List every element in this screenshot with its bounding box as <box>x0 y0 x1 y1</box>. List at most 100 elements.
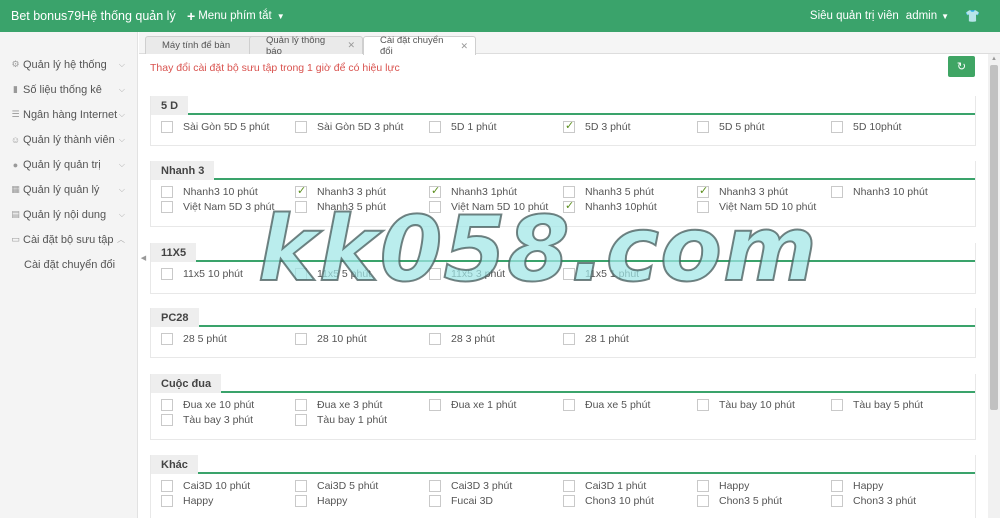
quick-menu-button[interactable]: + Menu phím tắt ▼ <box>187 9 285 23</box>
checkbox-option[interactable]: 5D 1 phút <box>429 120 563 133</box>
checkbox-option[interactable]: Nhanh3 10 phút <box>161 185 295 198</box>
checkbox[interactable] <box>161 398 173 411</box>
checkbox-option[interactable]: Đua xe 1 phút <box>429 398 563 411</box>
sidebar-item-statistics[interactable]: ▮ Số liệu thống kê ⌵ <box>0 77 137 102</box>
checkbox-option[interactable]: Chon3 5 phút <box>697 494 831 507</box>
checkbox[interactable] <box>831 494 843 507</box>
checkbox[interactable] <box>161 200 173 213</box>
checkbox-option[interactable]: Nhanh3 10phút <box>563 200 697 213</box>
user-menu[interactable]: admin ▼ <box>906 10 949 22</box>
checkbox[interactable] <box>563 479 575 492</box>
sidebar-item-admins[interactable]: ● Quản lý quản trị ⌵ <box>0 152 137 177</box>
checkbox-option[interactable]: Việt Nam 5D 10 phút <box>429 200 563 213</box>
checkbox-option[interactable]: Tàu bay 5 phút <box>831 398 965 411</box>
checkbox-option[interactable]: Happy <box>697 479 831 492</box>
checkbox[interactable] <box>429 200 441 213</box>
checkbox[interactable] <box>295 413 307 426</box>
checkbox-option[interactable]: Nhanh3 1phút <box>429 185 563 198</box>
checkbox[interactable] <box>429 332 441 345</box>
sidebar-item-system[interactable]: ⚙ Quản lý hệ thống ⌵ <box>0 52 137 77</box>
checkbox[interactable] <box>161 332 173 345</box>
checkbox[interactable] <box>697 494 709 507</box>
checkbox-option[interactable]: Happy <box>831 479 965 492</box>
checkbox-option[interactable]: Việt Nam 5D 10 phút <box>697 200 831 213</box>
sidebar-item-internet-banking[interactable]: ☰ Ngân hàng Internet ⌵ <box>0 102 137 127</box>
checkbox[interactable] <box>429 398 441 411</box>
checkbox[interactable] <box>295 479 307 492</box>
checkbox-option[interactable]: Tàu bay 3 phút <box>161 413 295 426</box>
checkbox[interactable] <box>563 332 575 345</box>
checkbox[interactable] <box>295 200 307 213</box>
checkbox-option[interactable]: Chon3 10 phút <box>563 494 697 507</box>
checkbox[interactable] <box>697 200 709 213</box>
checkbox-option[interactable]: Sài Gòn 5D 5 phút <box>161 120 295 133</box>
checkbox-option[interactable]: Nhanh3 3 phút <box>697 185 831 198</box>
tab-desktop[interactable]: Máy tính để bàn <box>145 36 255 54</box>
checkbox[interactable] <box>563 185 575 198</box>
checkbox-option[interactable]: Đua xe 3 phút <box>295 398 429 411</box>
refresh-button[interactable]: ↻ <box>948 56 975 77</box>
checkbox-option[interactable]: Cai3D 5 phút <box>295 479 429 492</box>
checkbox[interactable] <box>161 267 173 280</box>
checkbox-option[interactable]: 5D 10phút <box>831 120 965 133</box>
checkbox[interactable] <box>295 494 307 507</box>
checkbox-option[interactable]: Đua xe 10 phút <box>161 398 295 411</box>
checkbox-option[interactable]: Tàu bay 1 phút <box>295 413 429 426</box>
checkbox-option[interactable]: 28 10 phút <box>295 332 429 345</box>
sidebar-collapse-icon[interactable]: ◀ <box>139 250 148 268</box>
checkbox[interactable] <box>697 479 709 492</box>
checkbox[interactable] <box>831 479 843 492</box>
checkbox-option[interactable]: Cai3D 10 phút <box>161 479 295 492</box>
checkbox[interactable] <box>429 494 441 507</box>
tab-conversion-settings[interactable]: Cài đặt chuyển đổi ✕ <box>363 35 476 57</box>
sidebar-item-managers[interactable]: ▦ Quản lý quản lý ⌵ <box>0 177 137 202</box>
checkbox-option[interactable]: Nhanh3 5 phút <box>563 185 697 198</box>
checkbox[interactable] <box>295 398 307 411</box>
checkbox[interactable] <box>563 200 575 213</box>
checkbox-option[interactable]: 11x5 3 phút <box>429 267 563 280</box>
scrollbar-thumb[interactable] <box>990 65 998 410</box>
checkbox[interactable] <box>161 120 173 133</box>
checkbox[interactable] <box>831 120 843 133</box>
checkbox[interactable] <box>295 185 307 198</box>
checkbox-option[interactable]: Cai3D 3 phút <box>429 479 563 492</box>
scroll-up-icon[interactable]: ▲ <box>988 55 1000 64</box>
sidebar-item-collection-settings[interactable]: ▭ Cài đặt bộ sưu tập ︿ <box>0 227 137 252</box>
checkbox[interactable] <box>563 120 575 133</box>
checkbox-option[interactable]: Chon3 3 phút <box>831 494 965 507</box>
checkbox-option[interactable]: 5D 5 phút <box>697 120 831 133</box>
checkbox[interactable] <box>429 267 441 280</box>
checkbox[interactable] <box>161 494 173 507</box>
close-icon[interactable]: ✕ <box>347 40 355 51</box>
checkbox-option[interactable]: Việt Nam 5D 3 phút <box>161 200 295 213</box>
tab-notification-management[interactable]: Quản lý thông báo ✕ <box>249 35 363 57</box>
checkbox-option[interactable]: 28 1 phút <box>563 332 697 345</box>
checkbox-option[interactable]: 28 3 phút <box>429 332 563 345</box>
checkbox[interactable] <box>697 398 709 411</box>
checkbox-option[interactable]: 11x5 10 phút <box>161 267 295 280</box>
checkbox[interactable] <box>161 413 173 426</box>
checkbox-option[interactable]: Fucai 3D <box>429 494 563 507</box>
checkbox-option[interactable]: 28 5 phút <box>161 332 295 345</box>
checkbox-option[interactable]: Nhanh3 3 phút <box>295 185 429 198</box>
checkbox[interactable] <box>831 185 843 198</box>
checkbox[interactable] <box>831 398 843 411</box>
checkbox[interactable] <box>295 267 307 280</box>
checkbox[interactable] <box>429 479 441 492</box>
checkbox[interactable] <box>429 185 441 198</box>
checkbox[interactable] <box>563 494 575 507</box>
theme-shirt-icon[interactable]: 👕 <box>965 9 980 23</box>
checkbox[interactable] <box>295 120 307 133</box>
checkbox-option[interactable]: 11x5 5 phút <box>295 267 429 280</box>
checkbox-option[interactable]: Cai3D 1 phút <box>563 479 697 492</box>
checkbox-option[interactable]: Happy <box>161 494 295 507</box>
checkbox-option[interactable]: Happy <box>295 494 429 507</box>
checkbox-option[interactable]: Nhanh3 5 phút <box>295 200 429 213</box>
checkbox[interactable] <box>429 120 441 133</box>
checkbox[interactable] <box>161 479 173 492</box>
checkbox[interactable] <box>563 267 575 280</box>
checkbox[interactable] <box>563 398 575 411</box>
checkbox[interactable] <box>161 185 173 198</box>
checkbox-option[interactable]: Tàu bay 10 phút <box>697 398 831 411</box>
sidebar-item-content[interactable]: ▤ Quản lý nội dung ⌵ <box>0 202 137 227</box>
